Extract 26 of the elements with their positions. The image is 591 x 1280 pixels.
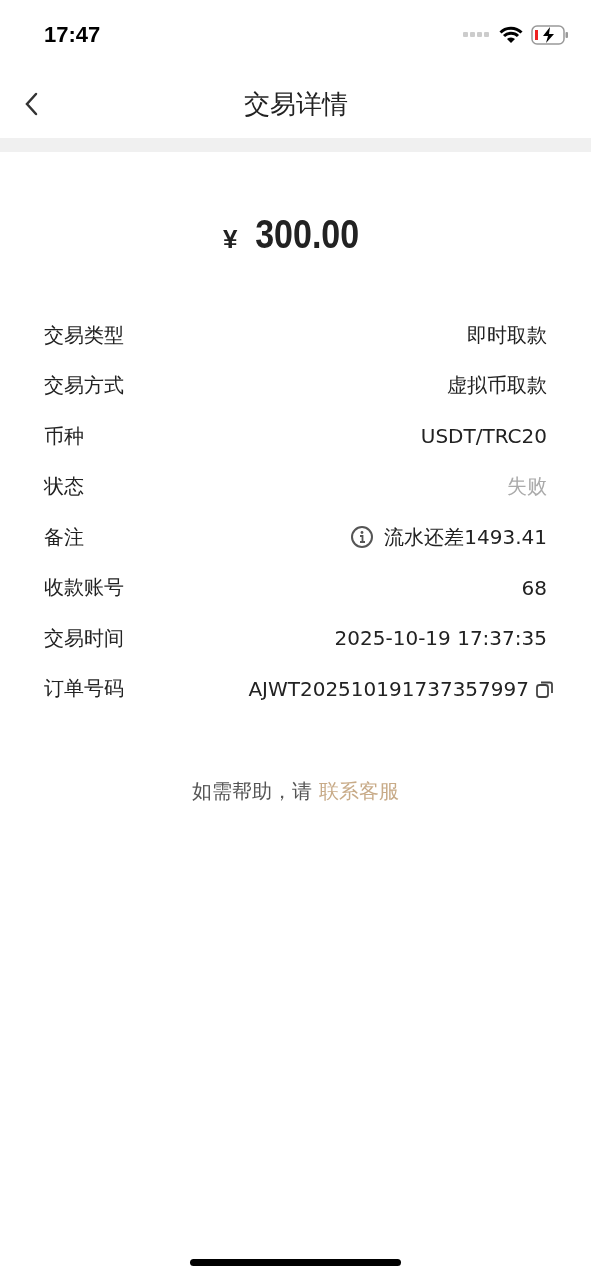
- page-title: 交易详情: [243, 88, 348, 121]
- detail-value: 68: [521, 575, 547, 600]
- wifi-icon: [499, 26, 523, 44]
- detail-value: 流水还差1493.41: [384, 523, 547, 551]
- detail-label: 备注: [44, 523, 84, 551]
- status-time: 17:47: [44, 22, 101, 48]
- detail-value: 虚拟币取款: [447, 372, 547, 400]
- detail-value: 2025-10-19 17:37:35: [334, 626, 547, 651]
- detail-value: USDT/TRC20: [420, 424, 547, 449]
- detail-value: 失败: [507, 473, 547, 501]
- detail-label: 交易类型: [44, 321, 124, 349]
- contact-support-link[interactable]: 联系客服: [318, 779, 399, 803]
- amount: 300.00: [254, 212, 359, 257]
- detail-label: 状态: [44, 473, 84, 501]
- detail-label: 订单号码: [44, 675, 124, 703]
- detail-label: 交易时间: [44, 624, 124, 652]
- info-icon[interactable]: [350, 525, 375, 550]
- detail-label: 收款账号: [44, 574, 124, 602]
- detail-value: 即时取款: [467, 321, 547, 349]
- currency-symbol: ¥: [223, 224, 238, 255]
- detail-label: 币种: [44, 422, 84, 450]
- battery-charging-icon: [531, 25, 569, 45]
- detail-label: 交易方式: [44, 372, 124, 400]
- help-text: 如需帮助，请 联系客服: [191, 778, 400, 805]
- signal-icon: [463, 32, 491, 38]
- detail-value: AJWT202510191737357997: [248, 676, 529, 701]
